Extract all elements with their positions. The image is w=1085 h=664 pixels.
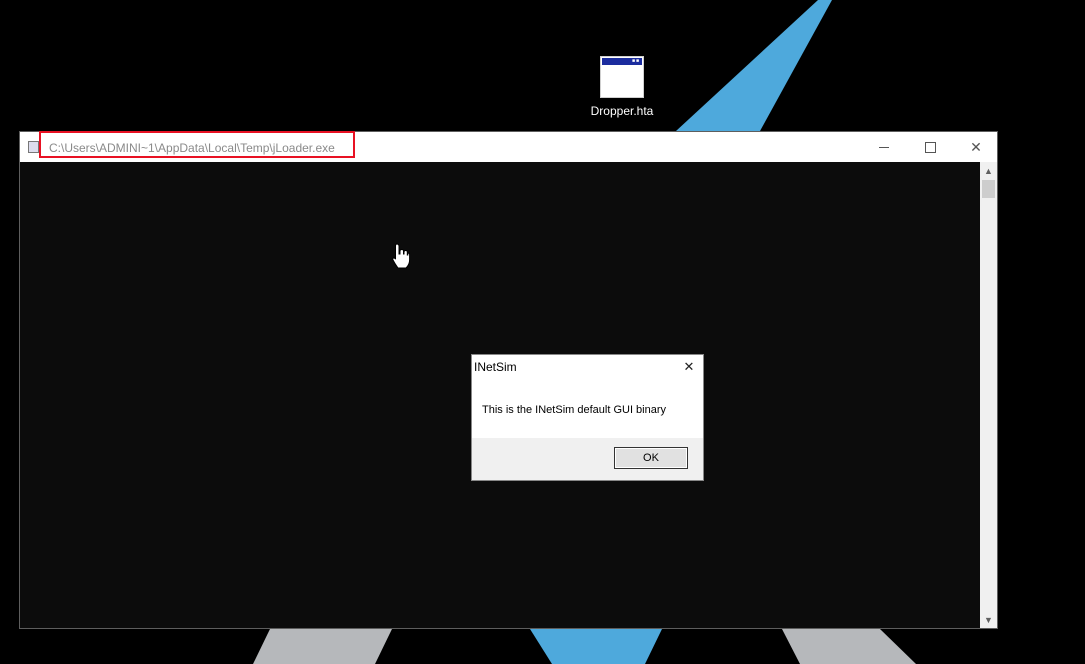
scroll-down-arrow-icon[interactable]: ▼: [980, 611, 997, 628]
console-window-title: C:\Users\ADMINI~1\AppData\Local\Temp\jLo…: [49, 141, 335, 155]
hand-pointer-cursor-icon: [392, 243, 410, 269]
close-button[interactable]: ✕: [953, 132, 999, 162]
ok-button[interactable]: OK: [614, 447, 688, 469]
wallpaper-gray-beam-right: [782, 629, 916, 664]
scroll-up-arrow-icon[interactable]: ▲: [980, 162, 997, 179]
inetsim-message-dialog: INetSim ✕ This is the INetSim default GU…: [471, 354, 704, 481]
dialog-message: This is the INetSim default GUI binary: [482, 404, 667, 416]
console-app-icon: [28, 141, 39, 153]
wallpaper-blue-beam: [676, 0, 832, 131]
close-icon: ✕: [970, 138, 982, 155]
vertical-scrollbar[interactable]: ▲ ▼: [980, 162, 997, 628]
minimize-button[interactable]: [861, 132, 907, 162]
dialog-close-icon[interactable]: ✕: [681, 359, 697, 375]
hta-file-icon: ■■: [600, 56, 644, 98]
wallpaper-gray-beam-left: [253, 629, 392, 664]
dialog-title: INetSim: [474, 360, 517, 374]
scrollbar-thumb[interactable]: [982, 180, 995, 198]
maximize-button[interactable]: [907, 132, 953, 162]
maximize-icon: [924, 141, 936, 153]
dialog-button-bar: OK: [472, 438, 703, 480]
desktop-icon-label: Dropper.hta: [590, 104, 654, 118]
wallpaper-blue-beam-bottom: [530, 629, 662, 664]
console-titlebar[interactable]: C:\Users\ADMINI~1\AppData\Local\Temp\jLo…: [20, 131, 999, 162]
desktop-icon-dropper-hta[interactable]: ■■ Dropper.hta: [584, 56, 660, 118]
minimize-icon: [879, 146, 889, 148]
